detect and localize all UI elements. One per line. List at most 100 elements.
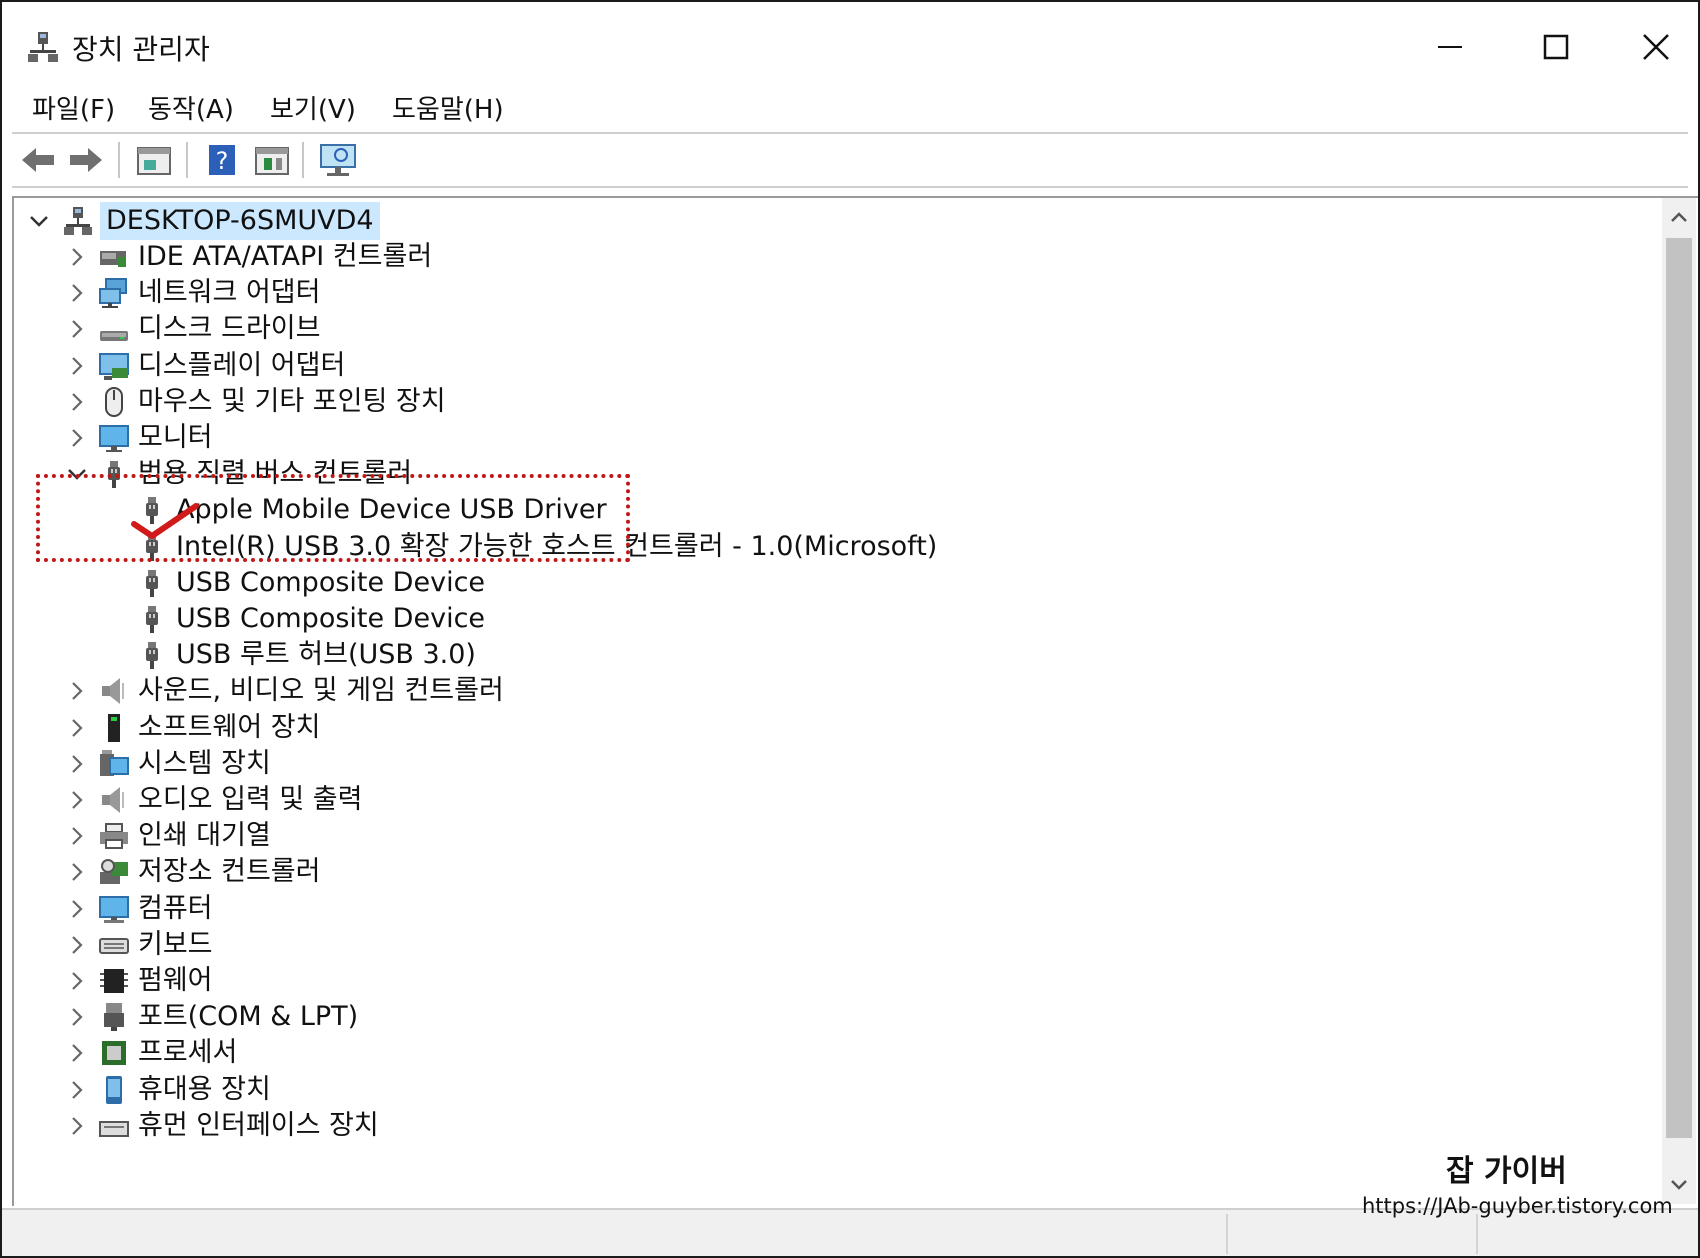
speaker-icon [102, 678, 124, 705]
expand-toggle[interactable] [62, 781, 92, 819]
chevron-right-icon [72, 899, 83, 918]
expand-toggle[interactable] [62, 419, 92, 457]
item-label: 시스템 장치 [138, 747, 271, 779]
item-label: 포트(COM & LPT) [138, 1001, 359, 1033]
maximize-button[interactable] [1516, 12, 1596, 82]
device-item[interactable]: USB Composite Device [14, 564, 1664, 602]
scan-hardware-icon [320, 144, 356, 176]
menu-file[interactable]: 파일(F) [32, 88, 115, 132]
category-item[interactable]: 인쇄 대기열 [14, 817, 1664, 855]
expand-toggle[interactable] [62, 926, 92, 964]
category-item[interactable]: 저장소 컨트롤러 [14, 853, 1664, 891]
watermark-url: https://JAb-guyber.tistory.com [1362, 1194, 1673, 1218]
category-item[interactable]: 포트(COM & LPT) [14, 998, 1664, 1036]
expand-toggle[interactable] [62, 274, 92, 312]
chevron-right-icon [72, 356, 83, 375]
menu-view[interactable]: 보기(V) [270, 88, 356, 132]
scroll-thumb[interactable] [1666, 238, 1692, 1138]
chevron-right-icon [72, 755, 83, 773]
scan-hardware-button[interactable] [318, 140, 358, 180]
system-device-icon [100, 749, 129, 776]
expand-toggle[interactable] [62, 998, 92, 1036]
toolbar-separator [302, 142, 304, 178]
category-item[interactable]: 펌웨어 [14, 962, 1664, 1000]
category-item[interactable]: IDE ATA/ATAPI 컨트롤러 [14, 238, 1664, 276]
category-item[interactable]: 네트워크 어댑터 [14, 274, 1664, 312]
device-item[interactable]: USB 루트 허브(USB 3.0) [14, 636, 1664, 674]
expand-toggle[interactable] [62, 817, 92, 855]
expand-toggle[interactable] [62, 672, 92, 710]
category-item[interactable]: 마우스 및 기타 포인팅 장치 [14, 383, 1664, 421]
expand-toggle[interactable] [62, 238, 92, 276]
category-item[interactable]: 프로세서 [14, 1034, 1664, 1072]
expand-toggle[interactable] [62, 1071, 92, 1109]
category-item[interactable]: 소프트웨어 장치 [14, 709, 1664, 747]
category-item[interactable]: 휴대용 장치 [14, 1071, 1664, 1109]
close-button[interactable] [1616, 12, 1696, 82]
disk-drive-icon [100, 331, 128, 342]
expand-toggle[interactable] [62, 383, 92, 421]
expand-toggle[interactable] [62, 745, 92, 783]
category-item[interactable]: 오디오 입력 및 출력 [14, 781, 1664, 819]
item-label: 디스플레이 어댑터 [138, 349, 346, 381]
software-device-icon [108, 713, 120, 742]
checkmark-annotation-icon [131, 503, 199, 539]
chevron-right-icon [72, 1008, 83, 1026]
scroll-up-button[interactable] [1662, 200, 1696, 234]
storage-controller-icon [100, 859, 128, 885]
forward-button[interactable] [66, 140, 106, 180]
device-item[interactable]: USB Composite Device [14, 600, 1664, 638]
category-item[interactable]: 컴퓨터 [14, 890, 1664, 928]
back-button[interactable] [18, 140, 58, 180]
item-label: 모니터 [138, 422, 213, 453]
chevron-right-icon [72, 1117, 83, 1135]
monitor-icon [99, 425, 129, 452]
category-item[interactable]: 사운드, 비디오 및 게임 컨트롤러 [14, 672, 1664, 710]
computer-icon [99, 895, 129, 923]
vertical-scrollbar[interactable] [1662, 198, 1696, 1204]
expand-toggle[interactable] [62, 709, 92, 747]
expand-toggle[interactable] [62, 347, 92, 385]
chevron-right-icon [72, 682, 83, 701]
toolbar-separator [186, 142, 188, 178]
expand-toggle[interactable] [62, 1107, 92, 1145]
category-item[interactable]: 키보드 [14, 926, 1664, 964]
category-item[interactable]: 시스템 장치 [14, 745, 1664, 783]
expand-toggle[interactable] [62, 1034, 92, 1072]
root-label: DESKTOP-6SMUVD4 [100, 202, 380, 240]
category-item[interactable]: 디스플레이 어댑터 [14, 347, 1664, 385]
expand-toggle[interactable] [62, 853, 92, 891]
device-tree: DESKTOP-6SMUVD4 IDE ATA/ATAPI 컨트롤러 네트워크 어… [12, 196, 1698, 1206]
item-label: 키보드 [138, 928, 213, 960]
tree-root[interactable]: DESKTOP-6SMUVD4 [14, 202, 1664, 240]
usb-icon [146, 606, 158, 633]
collapse-toggle[interactable] [24, 202, 54, 240]
item-label: 디스크 드라이브 [138, 313, 321, 345]
help-button[interactable]: ? [202, 140, 242, 180]
expand-toggle[interactable] [62, 890, 92, 928]
category-item[interactable]: 디스크 드라이브 [14, 310, 1664, 348]
chevron-right-icon [72, 718, 83, 737]
toolbar-separator [118, 142, 120, 178]
toolbar-divider [12, 186, 1688, 188]
chevron-right-icon [72, 863, 83, 882]
item-label: 펌웨어 [138, 965, 213, 996]
minimize-button[interactable] [1410, 12, 1490, 82]
firmware-icon [100, 969, 128, 993]
item-label: 휴대용 장치 [138, 1073, 271, 1105]
chevron-right-icon [72, 827, 83, 845]
expand-toggle[interactable] [62, 962, 92, 1000]
chevron-right-icon [72, 429, 83, 447]
processor-icon [102, 1041, 126, 1066]
item-label: IDE ATA/ATAPI 컨트롤러 [138, 241, 433, 272]
properties-button[interactable] [134, 140, 174, 180]
category-item[interactable]: 모니터 [14, 419, 1664, 457]
menu-action[interactable]: 동작(A) [148, 88, 234, 132]
annotation-highlight-box [36, 474, 630, 562]
menu-help[interactable]: 도움말(H) [392, 88, 504, 132]
category-item[interactable]: 휴먼 인터페이스 장치 [14, 1107, 1664, 1145]
expand-toggle[interactable] [62, 310, 92, 348]
update-driver-button[interactable] [252, 140, 292, 180]
toolbar: ? [2, 136, 1698, 184]
item-label: 프로세서 [138, 1037, 238, 1069]
